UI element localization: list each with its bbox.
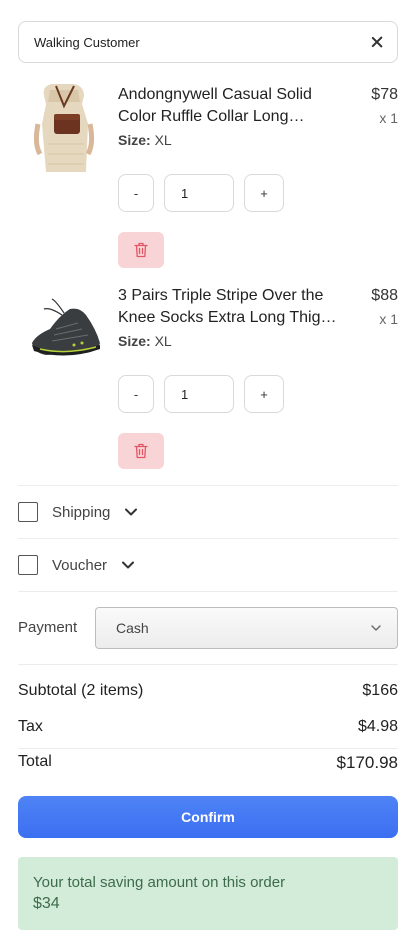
product-image-dress [26, 84, 104, 172]
subtotal-value: $166 [362, 682, 398, 699]
divider [18, 748, 398, 749]
voucher-label: Voucher [52, 556, 108, 574]
divider [18, 664, 398, 665]
close-icon[interactable] [369, 34, 385, 50]
size-label: Size: [118, 333, 151, 349]
item-price: $78 [371, 86, 398, 103]
total-row: Total $170.98 [18, 753, 398, 773]
item-title: Andongnywell Casual Solid Color Ruffle C… [118, 86, 312, 125]
cart-item: 3 Pairs Triple Stripe Over the Knee Sock… [18, 285, 398, 471]
chevron-down-icon[interactable] [124, 505, 138, 519]
subtotal-label: Subtotal (2 items) [18, 682, 144, 699]
shipping-option[interactable]: Shipping [18, 497, 398, 527]
increase-quantity-button[interactable]: + [244, 375, 284, 413]
shipping-label: Shipping [52, 503, 111, 521]
size-label: Size: [118, 132, 151, 148]
item-title: 3 Pairs Triple Stripe Over the Knee Sock… [118, 287, 330, 326]
item-price: $88 [371, 287, 398, 304]
payment-method-select[interactable]: Cash [95, 607, 398, 649]
size-value: XL [154, 333, 172, 349]
trash-icon [134, 443, 148, 459]
item-size: Size: XL [118, 333, 172, 349]
total-label: Total [18, 753, 52, 770]
total-value: $170.98 [336, 753, 398, 772]
saving-amount: $34 [33, 895, 60, 912]
voucher-option[interactable]: Voucher [18, 550, 398, 580]
confirm-button[interactable]: Confirm [18, 796, 398, 838]
product-image-sneaker [26, 285, 104, 373]
chevron-down-icon [371, 625, 381, 631]
voucher-checkbox[interactable] [18, 555, 38, 575]
cart-item: Andongnywell Casual Solid Color Ruffle C… [18, 84, 398, 270]
increase-quantity-button[interactable]: + [244, 174, 284, 212]
decrease-quantity-button[interactable]: - [118, 375, 154, 413]
tax-row: Tax $4.98 [18, 718, 398, 736]
divider [18, 485, 398, 486]
size-value: XL [154, 132, 172, 148]
tax-label: Tax [18, 718, 43, 735]
item-size: Size: XL [118, 132, 172, 148]
remove-item-button[interactable] [118, 232, 164, 268]
item-quantity-multiplier: x 1 [379, 110, 398, 126]
subtotal-row: Subtotal (2 items) $166 [18, 682, 398, 700]
trash-icon [134, 242, 148, 258]
payment-selected-value: Cash [116, 620, 149, 636]
item-quantity-multiplier: x 1 [379, 311, 398, 327]
customer-selector[interactable]: Walking Customer [18, 21, 398, 63]
saving-message: Your total saving amount on this order [33, 874, 286, 891]
payment-label: Payment [18, 619, 78, 636]
divider [18, 591, 398, 592]
shipping-checkbox[interactable] [18, 502, 38, 522]
quantity-input[interactable]: 1 [164, 375, 234, 413]
tax-value: $4.98 [357, 718, 398, 735]
remove-item-button[interactable] [118, 433, 164, 469]
chevron-down-icon[interactable] [121, 558, 135, 572]
divider [18, 538, 398, 539]
decrease-quantity-button[interactable]: - [118, 174, 154, 212]
quantity-input[interactable]: 1 [164, 174, 234, 212]
customer-name: Walking Customer [34, 34, 140, 50]
saving-notice: Your total saving amount on this order $… [18, 857, 398, 930]
